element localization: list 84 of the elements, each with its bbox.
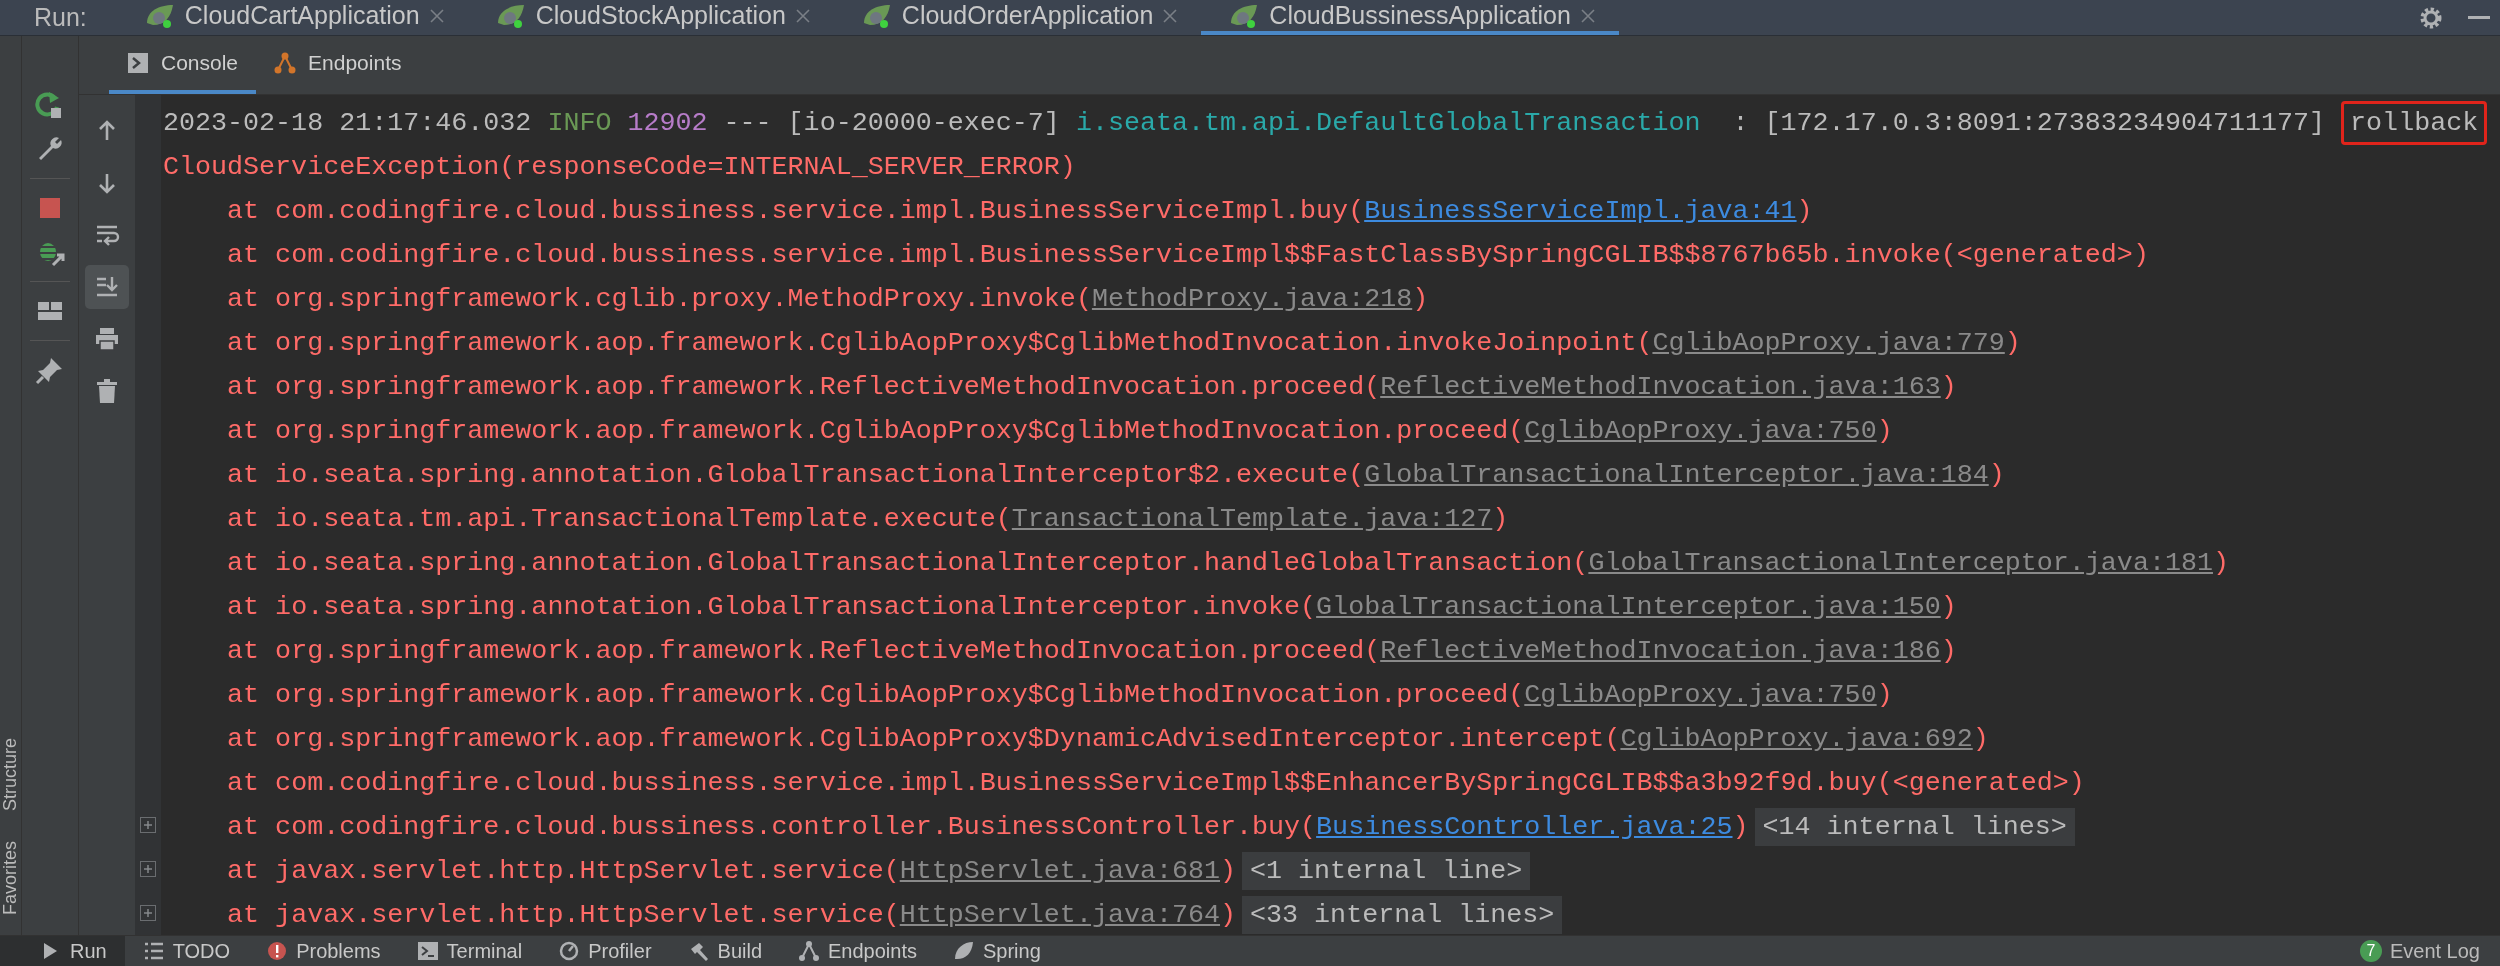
- expand-icon[interactable]: [140, 861, 156, 878]
- spring-app-icon: [1229, 2, 1260, 29]
- nodes-icon: [274, 52, 297, 74]
- gauge-icon: [558, 940, 581, 962]
- stack-trace-line: at com.codingfire.cloud.bussiness.service.impl.BusinessServiceImpl.buy(BusinessServiceImpl.java:41): [226, 196, 1813, 226]
- stack-trace-line: at javax.servlet.http.HttpServlet.service(HttpServlet.java:764): [226, 900, 1237, 930]
- stack-trace-line: at org.springframework.aop.framework.ReflectiveMethodInvocation.proceed(ReflectiveMethodInvocation.java:163): [226, 372, 1957, 402]
- source-link[interactable]: HttpServlet.java:681: [899, 856, 1221, 886]
- stack-trace-line: at org.springframework.aop.framework.CglibAopProxy$CglibMethodInvocation.invokeJoinpoint(CglibAopProxy.java:779): [226, 328, 2021, 358]
- stack-trace-line: at org.springframework.aop.framework.ReflectiveMethodInvocation.proceed(ReflectiveMethodInvocation.java:186): [226, 636, 1957, 666]
- tool-window-tab[interactable]: Profiler: [540, 936, 670, 966]
- source-link[interactable]: BusinessController.java:25: [1316, 812, 1733, 842]
- folded-lines[interactable]: <14 internal lines>: [1754, 808, 2075, 846]
- process-id: 12902: [627, 108, 708, 138]
- close-icon: [795, 8, 810, 23]
- folded-lines[interactable]: <1 internal line>: [1242, 852, 1531, 890]
- log-level: INFO: [547, 108, 612, 138]
- nodes-icon: [798, 940, 821, 962]
- minimize-icon: [2468, 16, 2490, 19]
- close-icon: [1580, 8, 1595, 23]
- terminal-icon: [416, 940, 439, 962]
- spring-app-icon: [495, 2, 526, 29]
- stack-trace-line: at io.seata.tm.api.TransactionalTemplate.execute(TransactionalTemplate.java:127): [226, 504, 1509, 534]
- tool-window-tab[interactable]: Endpoints: [780, 936, 935, 966]
- tool-window-tab[interactable]: Run: [0, 936, 125, 966]
- run-label: Run:: [33, 2, 88, 33]
- stack-trace-line: at io.seata.spring.annotation.GlobalTransactionalInterceptor.invoke(GlobalTransactionalInterceptor.java:150): [226, 592, 1957, 622]
- spring-app-icon: [861, 2, 892, 29]
- expand-icon[interactable]: [140, 904, 156, 921]
- stack-trace-line: at io.seata.spring.annotation.GlobalTransactionalInterceptor.handleGlobalTransaction(GlobalTransactionalInterceptor.java:181): [226, 548, 2229, 578]
- count-badge: 7: [2359, 940, 2382, 962]
- close-icon: [429, 8, 444, 23]
- source-link[interactable]: MethodProxy.java:218: [1091, 284, 1413, 314]
- stack-trace-line: at com.codingfire.cloud.bussiness.service.impl.BusinessServiceImpl$$EnhancerBySpringCGLIB$$a3b92f9d.buy(<generated>): [226, 768, 2085, 798]
- log-text: : [172.17.0.3:8091:27383234904711177]: [1731, 108, 2326, 138]
- stack-trace-line: at org.springframework.aop.framework.CglibAopProxy$CglibMethodInvocation.proceed(CglibAopProxy.java:750): [226, 680, 1893, 710]
- error-icon: [266, 940, 289, 962]
- stack-trace-line: at com.codingfire.cloud.bussiness.service.impl.BusinessServiceImpl$$FastClassBySpringCGLIB$$8767b65b.invoke(<generated>): [226, 240, 2149, 270]
- leaf-icon: [953, 940, 975, 962]
- spring-app-icon: [144, 2, 175, 29]
- source-link[interactable]: CglibAopProxy.java:779: [1652, 328, 2005, 358]
- side-tab[interactable]: Structure: [0, 737, 21, 811]
- source-link[interactable]: GlobalTransactionalInterceptor.java:150: [1316, 592, 1941, 622]
- source-link[interactable]: ReflectiveMethodInvocation.java:186: [1380, 636, 1941, 666]
- stack-trace-line: at io.seata.spring.annotation.GlobalTransactionalInterceptor$2.execute(GlobalTransactionalInterceptor.java:184): [226, 460, 2005, 490]
- source-link[interactable]: CglibAopProxy.java:750: [1524, 416, 1877, 446]
- stack-trace-line: at org.springframework.aop.framework.CglibAopProxy$DynamicAdvisedInterceptor.intercept(CglibAopProxy.java:692): [226, 724, 1989, 754]
- log-text: --- [io-20000-exec-7]: [723, 108, 1060, 138]
- tool-window-tab[interactable]: Build: [669, 936, 781, 966]
- toggle-button[interactable]: [85, 265, 129, 309]
- source-link[interactable]: HttpServlet.java:764: [899, 900, 1221, 930]
- tool-window-tab[interactable]: TODO: [124, 936, 249, 966]
- source-link[interactable]: BusinessServiceImpl.java:41: [1364, 196, 1797, 226]
- folded-lines[interactable]: <33 internal lines>: [1242, 896, 1563, 934]
- source-link[interactable]: CglibAopProxy.java:750: [1524, 680, 1877, 710]
- tool-window-tab[interactable]: Terminal: [398, 936, 541, 966]
- source-link[interactable]: TransactionalTemplate.java:127: [1011, 504, 1493, 534]
- application-tab[interactable]: CloudStockApplication: [467, 0, 834, 35]
- pin-icon[interactable]: [35, 355, 65, 385]
- logger-name: i.seata.tm.api.DefaultGlobalTransaction: [1075, 108, 1701, 138]
- log-text: 2023-02-18 21:17:46.032: [163, 108, 532, 138]
- application-tab[interactable]: CloudOrderApplication: [833, 0, 1202, 35]
- console-icon: [127, 52, 149, 74]
- source-link[interactable]: CglibAopProxy.java:692: [1620, 724, 1973, 754]
- stack-trace-line: at org.springframework.aop.framework.CglibAopProxy$CglibMethodInvocation.proceed(CglibAopProxy.java:750): [226, 416, 1893, 446]
- console-tab[interactable]: Endpoints: [256, 36, 420, 94]
- application-tab[interactable]: CloudCartApplication: [116, 0, 468, 35]
- stack-trace-line: at javax.servlet.http.HttpServlet.service(HttpServlet.java:681): [226, 856, 1237, 886]
- source-link[interactable]: GlobalTransactionalInterceptor.java:181: [1588, 548, 2213, 578]
- close-icon: [1163, 8, 1178, 23]
- list-icon: [142, 940, 165, 962]
- stack-trace-line: at com.codingfire.cloud.bussiness.controller.BusinessController.buy(BusinessController.java:25): [226, 812, 1749, 842]
- exception-message: CloudServiceException(responseCode=INTERNAL_SERVER_ERROR): [163, 152, 1076, 182]
- expand-icon[interactable]: [140, 817, 156, 834]
- print-icon[interactable]: [94, 326, 120, 352]
- stack-trace-line: at org.springframework.cglib.proxy.MethodProxy.invoke(MethodProxy.java:218): [226, 284, 1429, 314]
- tool-window-tab[interactable]: Spring: [935, 936, 1059, 966]
- tool-window-tab[interactable]: Problems: [248, 936, 399, 966]
- event-log-tab[interactable]: 7 Event Log: [2359, 939, 2500, 963]
- source-link[interactable]: ReflectiveMethodInvocation.java:163: [1380, 372, 1941, 402]
- trash-icon[interactable]: [94, 378, 120, 404]
- source-link[interactable]: GlobalTransactionalInterceptor.java:184: [1364, 460, 1989, 490]
- side-tab[interactable]: Favorites: [0, 840, 21, 915]
- highlighted-message: rollback: [2341, 101, 2488, 145]
